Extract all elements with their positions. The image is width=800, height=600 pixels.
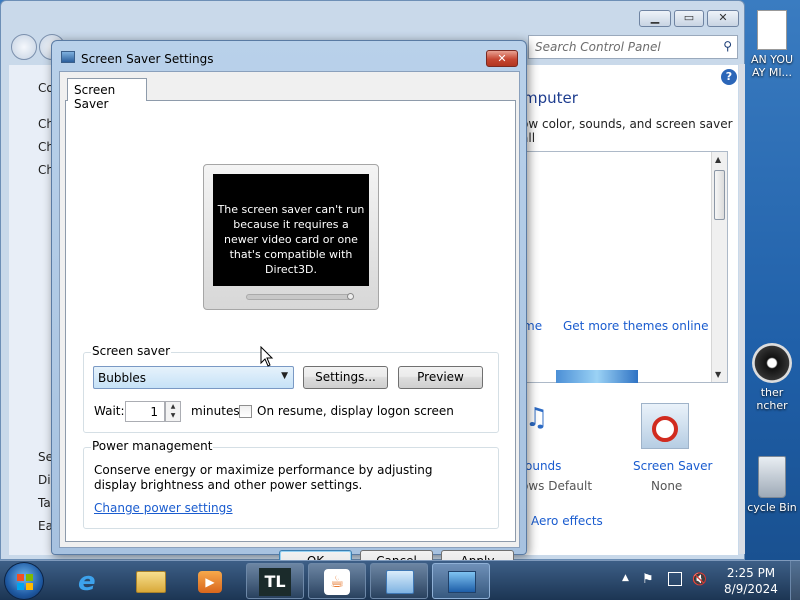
close-button[interactable]: ✕ <box>707 10 739 27</box>
monitor-stand <box>246 294 351 300</box>
volume-muted-icon[interactable]: 🔇 <box>692 572 707 586</box>
show-hidden-icons-icon[interactable]: ▲ <box>622 573 629 583</box>
tab-screen-saver[interactable]: Screen Saver <box>67 78 147 111</box>
theme-list-scrollbar[interactable]: ▲ ▼ <box>711 152 727 382</box>
no-entry-icon <box>652 416 678 442</box>
power-description: Conserve energy or maximize performance … <box>94 463 433 492</box>
monitor-preview: The screen saver can't run because it re… <box>203 164 379 310</box>
dialog-close-button[interactable]: ✕ <box>486 50 518 67</box>
wait-minutes-input[interactable]: 1 <box>125 401 165 422</box>
start-button[interactable] <box>4 562 44 600</box>
document-icon <box>757 10 787 50</box>
screen-saver-settings-icon <box>61 51 75 63</box>
launcher-icon <box>752 343 792 383</box>
taskbar-control-panel[interactable] <box>370 563 428 599</box>
recycle-bin-icon <box>758 456 786 498</box>
screen-saver-icon[interactable] <box>641 403 689 449</box>
tab-panel: The screen saver can't run because it re… <box>65 100 516 542</box>
clock[interactable]: 2:25 PM 8/9/2024 <box>716 565 786 597</box>
screen-saver-value: None <box>651 479 683 493</box>
minimize-button[interactable]: ▁ <box>639 10 671 27</box>
mouse-pointer-icon <box>260 346 274 367</box>
taskbar-windows-explorer[interactable] <box>122 563 180 599</box>
maximize-button[interactable]: ▭ <box>674 10 704 27</box>
on-resume-label[interactable]: On resume, display logon screen <box>257 404 454 418</box>
taskbar-java-app[interactable]: ☕ <box>308 563 366 599</box>
wait-stepper[interactable]: ▲ ▼ <box>165 401 181 422</box>
desktop-icon-label: cycle Bin <box>747 501 797 514</box>
search-input[interactable]: Search Control Panel ⚲ <box>528 35 738 59</box>
desktop-icon-document[interactable]: AN YOU AY MI... <box>744 10 800 79</box>
screen-saver-group: Screen saver Bubbles ▼ Settings... Previ… <box>83 344 499 433</box>
desktop-icon-label: AN YOU <box>750 53 794 66</box>
stepper-up-icon[interactable]: ▲ <box>166 402 180 411</box>
sounds-link[interactable]: ounds <box>525 459 561 473</box>
windows-logo-icon <box>17 574 33 590</box>
search-placeholder: Search Control Panel <box>535 40 661 54</box>
control-panel-scrollbar[interactable] <box>739 64 745 554</box>
screen-saver-settings-icon <box>448 571 476 593</box>
control-panel-titlebar <box>1 1 744 31</box>
internet-explorer-icon: e <box>78 567 96 597</box>
theme-thumbnail[interactable] <box>556 370 638 383</box>
action-center-flag-icon[interactable]: ⚑ <box>642 572 656 587</box>
desktop-icon-label: ther <box>760 386 784 399</box>
selected-screen-saver: Bubbles <box>98 371 147 385</box>
desktop-icon-launcher[interactable]: ther ncher <box>744 343 800 412</box>
preview-message: The screen saver can't run because it re… <box>213 174 369 286</box>
group-label: Power management <box>91 439 214 453</box>
search-icon: ⚲ <box>723 39 732 53</box>
minutes-label: minutes <box>191 404 240 418</box>
help-icon[interactable]: ? <box>721 69 737 85</box>
taskbar-media-player[interactable]: ▶ <box>182 563 240 599</box>
aero-effects-link[interactable]: Aero effects <box>531 514 603 528</box>
group-label: Screen saver <box>91 344 172 358</box>
change-power-settings-link[interactable]: Change power settings <box>94 501 233 515</box>
page-subtitle: ow color, sounds, and screen saver all <box>521 117 733 145</box>
screen-saver-link[interactable]: Screen Saver <box>633 459 712 473</box>
scroll-up-icon[interactable]: ▲ <box>715 155 721 164</box>
folder-icon <box>136 571 166 593</box>
tl-app-icon: TL <box>259 568 291 596</box>
clock-time: 2:25 PM <box>726 566 776 580</box>
preview-button[interactable]: Preview <box>398 366 483 389</box>
sounds-value: ows Default <box>521 479 593 493</box>
back-button[interactable] <box>11 34 37 60</box>
java-icon: ☕ <box>324 569 350 595</box>
screen-saver-dialog: Screen Saver Settings ✕ Screen Saver The… <box>51 40 527 573</box>
theme-list[interactable]: ▲ ▼ <box>521 151 728 383</box>
dialog-title: Screen Saver Settings <box>81 52 214 66</box>
control-panel-icon <box>386 570 414 594</box>
power-management-group: Power management Conserve energy or maxi… <box>83 439 499 529</box>
desktop-icon-label: AY MI... <box>751 66 793 79</box>
chevron-down-icon: ▼ <box>281 371 288 381</box>
scrollbar-thumb[interactable] <box>714 170 725 220</box>
media-player-icon: ▶ <box>198 571 222 593</box>
dialog-content: Screen Saver The screen saver can't run … <box>59 71 520 573</box>
screen-saver-select[interactable]: Bubbles ▼ <box>93 366 294 389</box>
scroll-down-icon[interactable]: ▼ <box>715 370 721 379</box>
taskbar-screen-saver-settings[interactable] <box>432 563 490 599</box>
clock-date: 8/9/2024 <box>724 582 778 596</box>
get-more-themes-link[interactable]: Get more themes online <box>563 319 709 333</box>
left-pane-item[interactable]: Ta <box>38 496 51 510</box>
network-icon[interactable] <box>668 572 682 586</box>
stepper-down-icon[interactable]: ▼ <box>166 411 180 420</box>
wait-label: Wait: <box>94 404 125 418</box>
page-title: mputer <box>523 89 578 107</box>
desktop-icon-recycle-bin[interactable]: cycle Bin <box>744 456 800 514</box>
taskbar-tl-app[interactable]: TL <box>246 563 304 599</box>
desktop-icon-label: ncher <box>756 399 788 412</box>
on-resume-checkbox[interactable] <box>239 405 252 418</box>
sounds-icon[interactable]: ♫ <box>525 403 565 449</box>
taskbar-internet-explorer[interactable]: e <box>62 563 120 599</box>
settings-button[interactable]: Settings... <box>303 366 388 389</box>
show-desktop-button[interactable] <box>790 561 800 600</box>
monitor-power-led-icon <box>347 293 354 300</box>
